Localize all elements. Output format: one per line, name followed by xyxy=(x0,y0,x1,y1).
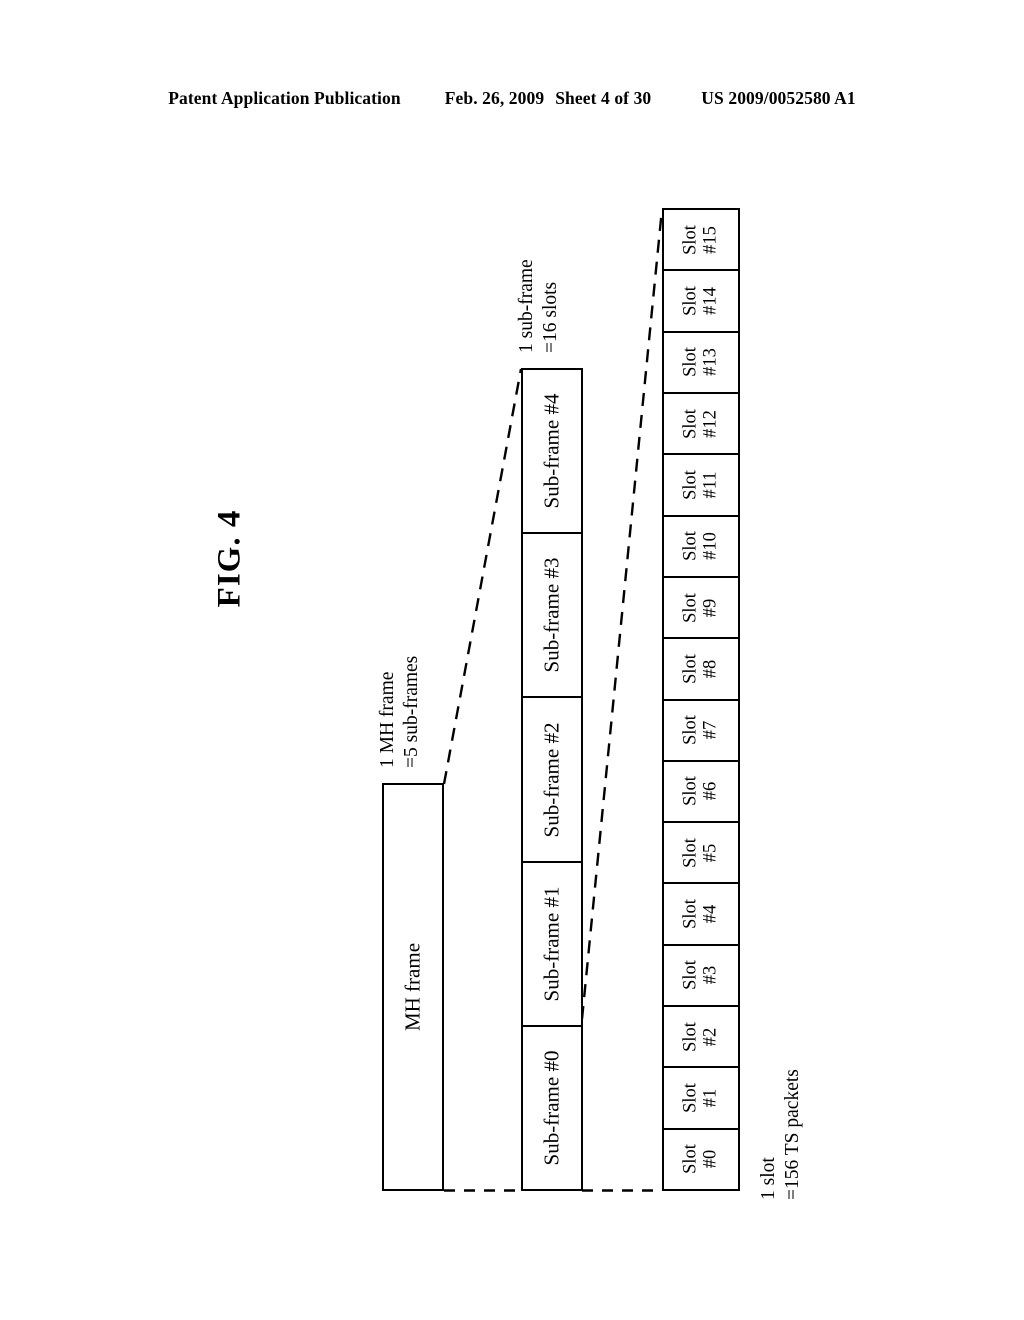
slot-cell[interactable]: Slot #2 xyxy=(664,1007,738,1069)
slot-label-line2: #4 xyxy=(701,904,721,924)
slot-label-line2: #14 xyxy=(701,287,721,315)
slot-label: Slot #11 xyxy=(681,470,722,500)
expansion-line-mhframe-to-subframes xyxy=(442,368,523,785)
slot-cell[interactable]: Slot #12 xyxy=(664,394,738,456)
header-sheet: Sheet 4 of 30 xyxy=(555,88,652,108)
slot-label-line1: Slot xyxy=(680,347,701,378)
slot-label-line1: Slot xyxy=(680,224,701,255)
subframe-annotation-line2: =16 slots xyxy=(539,281,561,353)
slot-label: Slot #6 xyxy=(681,777,722,807)
slot-cell[interactable]: Slot #15 xyxy=(664,210,738,272)
slot-label-line1: Slot xyxy=(680,653,701,684)
header-publication: Patent Application Publication xyxy=(168,88,401,108)
slot-label: Slot #12 xyxy=(681,409,722,439)
slot-cell[interactable]: Slot #0 xyxy=(664,1130,738,1189)
slot-label-line2: #7 xyxy=(701,720,721,740)
slot-label: Slot #1 xyxy=(681,1083,722,1113)
subframe-cell[interactable]: Sub-frame #1 xyxy=(523,863,581,1027)
slot-label-line1: Slot xyxy=(680,1144,701,1175)
subframe-label: Sub-frame #4 xyxy=(539,393,564,509)
slot-label-line2: #0 xyxy=(701,1150,721,1169)
slot-cell[interactable]: Slot #14 xyxy=(664,271,738,333)
slot-cell[interactable]: Slot #1 xyxy=(664,1068,738,1130)
slot-label: Slot #7 xyxy=(681,715,722,745)
header-date: Feb. 26, 2009 xyxy=(444,88,545,108)
subframe-label: Sub-frame #3 xyxy=(539,557,564,673)
slot-cell[interactable]: Slot #7 xyxy=(664,701,738,762)
slot-label-line2: #13 xyxy=(701,348,721,377)
slot-label-line2: #5 xyxy=(701,843,721,863)
subframe-column: Sub-frame #4 Sub-frame #3 Sub-frame #2 S… xyxy=(521,368,583,1191)
slot-label: Slot #15 xyxy=(681,225,722,255)
slot-label: Slot #13 xyxy=(681,347,722,377)
figure-caption: FIG. 4 xyxy=(211,509,248,608)
slot-cell[interactable]: Slot #9 xyxy=(664,578,738,640)
slot-annotation-line1: 1 slot xyxy=(758,1157,779,1200)
slot-cell[interactable]: Slot #3 xyxy=(664,946,738,1008)
slot-label: Slot #2 xyxy=(681,1022,722,1052)
subframe-label: Sub-frame #1 xyxy=(539,886,564,1002)
connector-overlay xyxy=(442,208,664,1192)
slot-label: Slot #10 xyxy=(681,531,722,561)
slot-label-line2: #6 xyxy=(701,782,721,801)
slot-label-line1: Slot xyxy=(680,899,701,930)
slot-cell[interactable]: Slot #4 xyxy=(664,884,738,946)
slot-label-line1: Slot xyxy=(680,592,701,623)
slot-label-line2: #9 xyxy=(701,598,721,617)
page-header: Patent Application Publication Feb. 26, … xyxy=(0,88,1024,109)
slot-label-line1: Slot xyxy=(680,776,701,807)
slot-label: Slot #5 xyxy=(681,838,722,868)
slot-label-line2: #2 xyxy=(701,1027,721,1046)
slot-annotation-line2: =156 TS packets xyxy=(781,1069,803,1200)
expansion-line-subframe-to-slots xyxy=(580,208,664,1020)
slot-cell[interactable]: Slot #13 xyxy=(664,333,738,394)
slot-column: Slot #15 Slot #14 Slot #13 Slot #12 Slot… xyxy=(662,208,740,1191)
slot-label: Slot #9 xyxy=(681,593,722,623)
mh-frame-box[interactable]: MH frame xyxy=(382,783,444,1191)
slot-label-line2: #11 xyxy=(701,471,721,499)
slot-label-line1: Slot xyxy=(680,960,701,991)
mh-frame-annotation-line2: =5 sub-frames xyxy=(400,655,422,768)
slot-label: Slot #14 xyxy=(681,286,722,316)
slot-label-line2: #1 xyxy=(701,1088,721,1108)
slot-cell[interactable]: Slot #10 xyxy=(664,517,738,578)
slot-label: Slot #3 xyxy=(681,960,722,990)
slot-label-line1: Slot xyxy=(680,1083,701,1113)
mh-frame-annotation-line1: 1 MH frame xyxy=(377,671,398,768)
subframe-annotation-line1: 1 sub-frame xyxy=(516,259,537,353)
slot-label-line1: Slot xyxy=(680,469,701,500)
slot-label-line1: Slot xyxy=(680,408,701,439)
mh-frame-label: MH frame xyxy=(400,942,425,1032)
subframe-annotation: 1 sub-frame =16 slots xyxy=(515,259,563,353)
slot-label: Slot #8 xyxy=(681,654,722,684)
slot-label-line1: Slot xyxy=(680,715,701,746)
subframe-cell[interactable]: Sub-frame #2 xyxy=(523,698,581,863)
slot-label-line2: #15 xyxy=(701,225,721,254)
slot-label-line1: Slot xyxy=(680,531,701,562)
subframe-label: Sub-frame #2 xyxy=(539,722,564,837)
subframe-cell[interactable]: Sub-frame #0 xyxy=(523,1027,581,1189)
header-patent-number: US 2009/0052580 A1 xyxy=(701,88,856,108)
slot-label-line2: #3 xyxy=(701,966,721,985)
slot-label-line2: #10 xyxy=(701,532,721,561)
slot-annotation: 1 slot =156 TS packets xyxy=(757,1069,805,1200)
slot-label: Slot #4 xyxy=(681,899,722,929)
slot-label-line2: #12 xyxy=(701,409,721,438)
slot-cell[interactable]: Slot #8 xyxy=(664,639,738,701)
subframe-label: Sub-frame #0 xyxy=(539,1050,564,1166)
slot-label-line1: Slot xyxy=(680,837,701,868)
subframe-cell[interactable]: Sub-frame #4 xyxy=(523,370,581,535)
slot-label: Slot #0 xyxy=(681,1144,722,1174)
slot-label-line2: #8 xyxy=(701,659,721,679)
slot-label-line1: Slot xyxy=(680,1021,701,1052)
mh-frame-annotation: 1 MH frame =5 sub-frames xyxy=(376,656,424,768)
subframe-cell[interactable]: Sub-frame #3 xyxy=(523,534,581,699)
slot-cell[interactable]: Slot #6 xyxy=(664,762,738,824)
slot-cell[interactable]: Slot #11 xyxy=(664,455,738,517)
slot-cell[interactable]: Slot #5 xyxy=(664,823,738,885)
slot-label-line1: Slot xyxy=(680,286,701,316)
